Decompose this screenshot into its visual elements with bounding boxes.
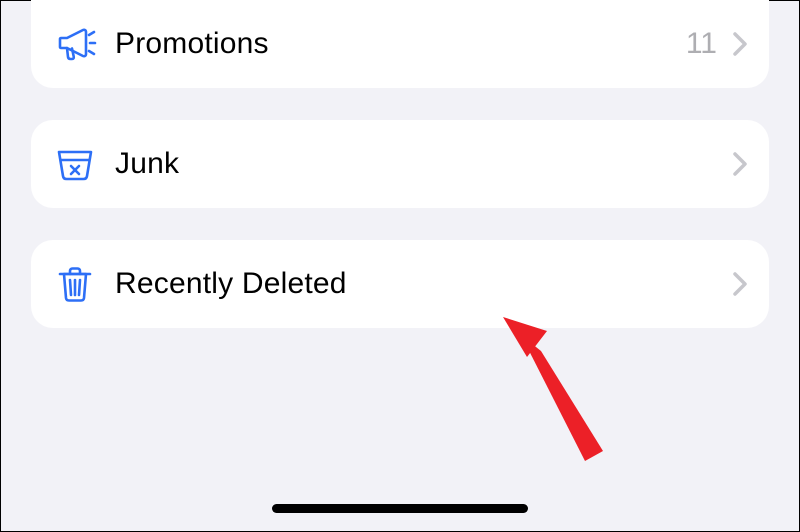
mailbox-row-recently-deleted[interactable]: Recently Deleted (53, 240, 747, 328)
trash-icon (53, 262, 115, 306)
junk-basket-icon (53, 142, 115, 186)
mailbox-label: Junk (115, 147, 733, 181)
home-indicator (272, 504, 528, 513)
megaphone-icon (53, 22, 115, 66)
mailbox-label: Recently Deleted (115, 267, 733, 301)
mailbox-row-junk[interactable]: Junk (53, 120, 747, 208)
group-card: Recently Deleted (31, 240, 769, 328)
group-card: Promotions 11 (31, 0, 769, 88)
chevron-right-icon (733, 152, 747, 176)
mailbox-label: Promotions (115, 27, 686, 61)
chevron-right-icon (733, 272, 747, 296)
mailbox-row-promotions[interactable]: Promotions 11 (53, 0, 747, 88)
mailbox-count-badge: 11 (686, 27, 717, 61)
chevron-right-icon (733, 32, 747, 56)
group-card: Junk (31, 120, 769, 208)
annotation-arrow-icon (503, 317, 623, 472)
mailboxes-screen: Promotions 11 Junk (0, 0, 800, 532)
